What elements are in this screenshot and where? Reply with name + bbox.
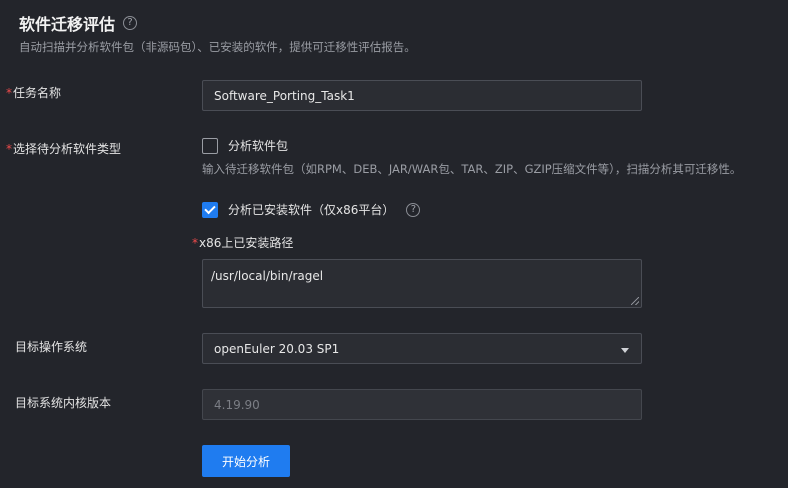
analyze-package-hint: 输入待迁移软件包（如RPM、DEB、JAR/WAR包、TAR、ZIP、GZIP压…: [202, 162, 742, 176]
install-path-textarea[interactable]: /usr/local/bin/ragel: [202, 259, 642, 308]
analysis-type-label: 选择待分析软件类型: [13, 142, 122, 156]
kernel-version-label: 目标系统内核版本: [15, 396, 112, 410]
chevron-down-icon: [621, 348, 629, 353]
page-title-row: 软件迁移评估 ?: [19, 11, 138, 35]
task-name-label-row: *任务名称: [6, 84, 61, 101]
kernel-version-input: 4.19.90: [202, 389, 642, 420]
required-mark: *: [192, 236, 198, 250]
analyze-installed-checkbox[interactable]: [202, 201, 218, 218]
task-name-label: 任务名称: [13, 86, 62, 100]
task-name-value: Software_Porting_Task1: [214, 88, 355, 103]
install-path-value: /usr/local/bin/ragel: [211, 269, 324, 283]
install-path-label: x86上已安装路径: [199, 236, 294, 250]
install-path-label-row: *x86上已安装路径: [192, 234, 293, 251]
target-os-select[interactable]: openEuler 20.03 SP1: [202, 333, 642, 364]
kernel-version-value: 4.19.90: [214, 397, 260, 412]
checkmark-icon: [204, 202, 216, 214]
analyze-installed-option[interactable]: 分析已安装软件（仅x86平台） ?: [202, 201, 421, 218]
help-icon[interactable]: ?: [406, 202, 421, 217]
analyze-package-label[interactable]: 分析软件包: [228, 137, 288, 154]
target-os-value: openEuler 20.03 SP1: [214, 341, 340, 356]
task-name-input[interactable]: Software_Porting_Task1: [202, 80, 642, 111]
analyze-package-checkbox[interactable]: [202, 137, 218, 154]
analysis-type-label-row: *选择待分析软件类型: [6, 140, 121, 157]
page-subtitle: 自动扫描并分析软件包（非源码包）、已安装的软件，提供可迁移性评估报告。: [19, 40, 416, 54]
start-analysis-button[interactable]: 开始分析: [202, 445, 290, 477]
required-mark: *: [6, 142, 12, 156]
required-mark: *: [6, 86, 12, 100]
help-icon[interactable]: ?: [123, 16, 138, 30]
analyze-installed-label[interactable]: 分析已安装软件（仅x86平台）: [228, 201, 394, 218]
resize-grip-icon[interactable]: [631, 297, 639, 305]
page-title: 软件迁移评估: [19, 15, 116, 34]
target-os-label: 目标操作系统: [15, 340, 88, 354]
analyze-package-option[interactable]: 分析软件包: [202, 137, 288, 154]
